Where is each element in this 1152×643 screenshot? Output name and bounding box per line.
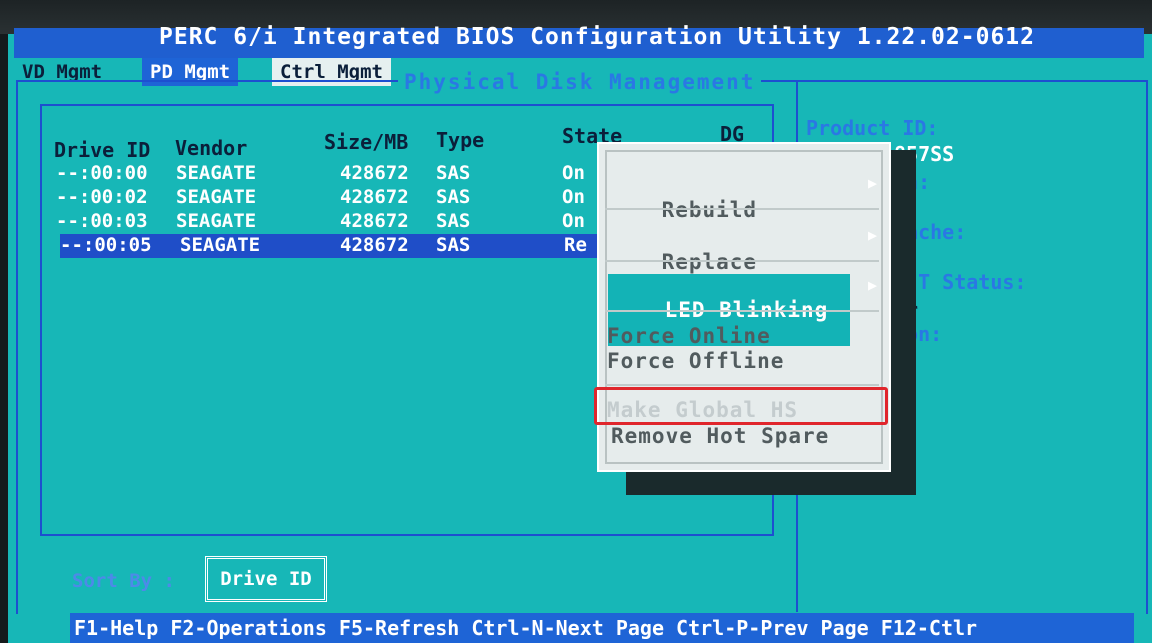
product-id-label: Product ID: [806,116,939,140]
footer-hotkeys: F1-Help F2-Operations F5-Refresh Ctrl-N-… [70,613,1134,643]
cell-state: On [562,186,585,208]
cell-type: SAS [436,186,471,208]
table-row[interactable]: --:00:03 SEAGATE 428672 SAS On [56,210,596,234]
cell-drive-id: --:00:00 [56,162,148,184]
app-title: PERC 6/i Integrated BIOS Configuration U… [159,24,1035,50]
menu-item-force-online[interactable]: Force Online [607,324,771,348]
table-row[interactable]: --:00:02 SEAGATE 428672 SAS On [56,186,596,210]
sort-by-button[interactable]: Drive ID [205,556,327,602]
submenu-arrow-icon: ▶ [867,174,877,192]
section-title: Physical Disk Management [398,70,762,94]
cell-type: SAS [436,234,471,256]
header-type: Type [436,128,485,152]
header-size: Size/MB [324,130,409,154]
cell-drive-id: --:00:02 [56,186,148,208]
cell-size: 428672 [340,186,409,208]
cell-state: On [562,162,585,184]
sort-label: Sort By : [72,570,175,592]
cell-size: 428672 [340,234,409,256]
menu-separator [605,208,879,210]
cell-size: 428672 [340,210,409,232]
cell-size: 428672 [340,162,409,184]
menu-item-replace-label: Replace [661,250,758,274]
cell-type: SAS [436,162,471,184]
cell-vendor: SEAGATE [176,186,257,208]
menu-item-force-offline[interactable]: Force Offline [607,349,784,373]
cell-drive-id: --:00:03 [56,210,148,232]
cell-drive-id: --:00:05 [60,234,152,256]
submenu-arrow-icon: ▶ [867,226,877,244]
table-row[interactable]: --:00:00 SEAGATE 428672 SAS On [56,162,596,186]
cell-vendor: SEAGATE [176,162,257,184]
title-bar: PERC 6/i Integrated BIOS Configuration U… [14,24,1144,58]
table-row-selected[interactable]: --:00:05 SEAGATE 428672 SAS Re [60,234,600,258]
menu-item-rebuild-label: Rebuild [661,198,758,222]
cell-type: SAS [436,210,471,232]
header-vendor: Vendor [175,136,248,160]
menu-separator [605,384,879,386]
submenu-arrow-icon: ▶ [867,276,877,294]
cell-vendor: SEAGATE [180,234,261,256]
annotation-highlight-box [594,387,888,425]
cell-vendor: SEAGATE [176,210,257,232]
cell-state: Re [564,234,587,256]
menu-separator [605,310,879,312]
cell-state: On [562,210,585,232]
menu-separator [605,260,879,262]
header-drive-id: Drive ID [54,138,151,162]
menu-item-remove-hot-spare[interactable]: Remove Hot Spare [611,424,829,448]
